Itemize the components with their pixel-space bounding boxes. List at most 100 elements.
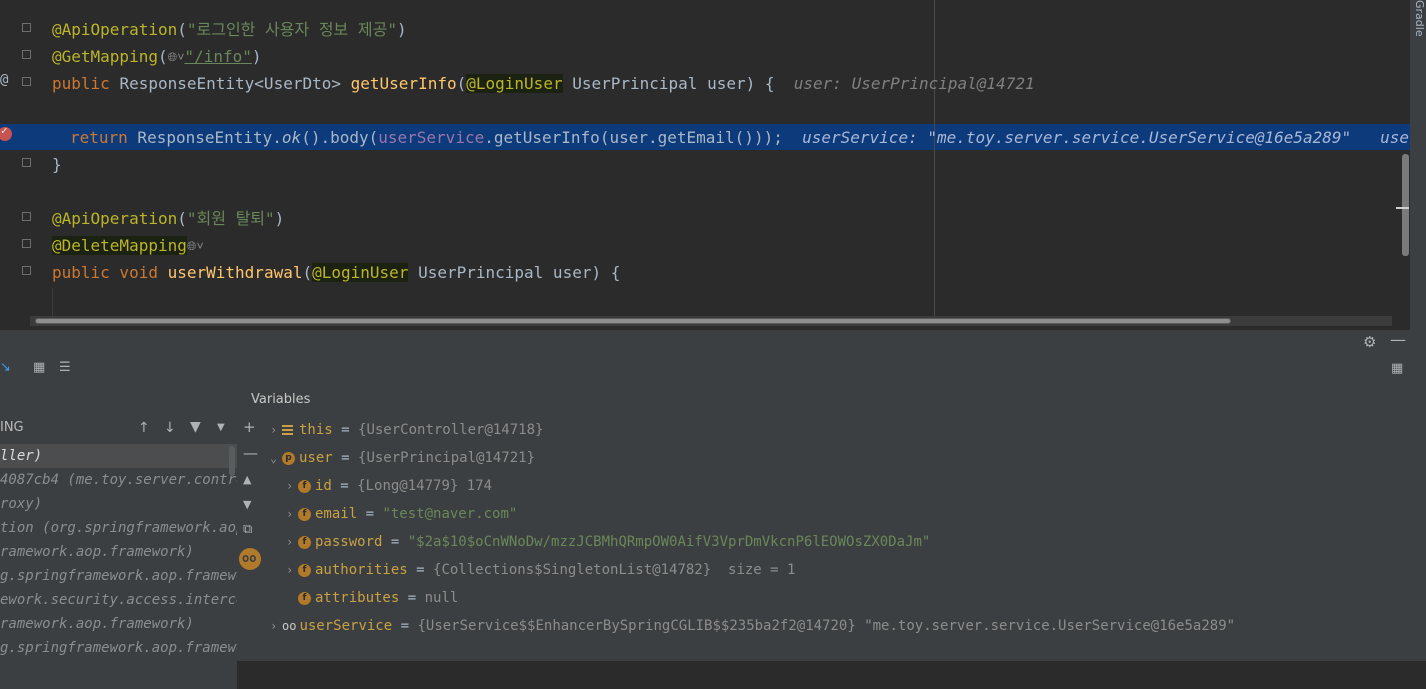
dropdown-chevron-icon[interactable]: ▼ [217, 422, 225, 433]
frame-item[interactable]: ramework.aop.framework) [0, 612, 237, 636]
annotation: @LoginUser [466, 74, 563, 93]
variable-value: null [424, 590, 459, 606]
code-line-1[interactable]: @ApiOperation("로그인한 사용자 정보 제공") [52, 16, 407, 43]
expand-arrow-icon[interactable]: › [286, 474, 298, 498]
field-icon: f [298, 479, 311, 493]
globe-icon[interactable]: 🌐︎˅ [168, 44, 185, 71]
override-marker-icon[interactable]: @ [0, 72, 8, 88]
frames-list[interactable]: ller) 4087cb4 (me.toy.server.controller)… [0, 444, 237, 689]
frame-item[interactable]: g.springframework.aop.framework) [0, 564, 237, 588]
variable-name: attributes [315, 590, 400, 606]
table-view-icon[interactable]: ▦ [33, 360, 45, 375]
fold-marker[interactable] [22, 212, 31, 221]
settings-list-icon[interactable]: ☰ [59, 360, 71, 375]
code-text: ResponseEntity. [127, 128, 282, 147]
frame-item[interactable]: g.springframework.aop.framework) [0, 636, 237, 660]
frame-item[interactable]: 4087cb4 (me.toy.server.controller) [0, 468, 237, 492]
fold-marker[interactable] [22, 158, 31, 167]
vertical-scrollbar-thumb[interactable] [1402, 154, 1409, 256]
expand-arrow-icon[interactable]: › [270, 614, 282, 638]
variable-row[interactable]: › f email = "test@naver.com" [286, 502, 517, 526]
frame-item[interactable]: roxy) [0, 492, 237, 516]
parameters: UserPrincipal user) { [562, 74, 775, 93]
variable-name: this [299, 422, 333, 438]
paren: ) [274, 209, 285, 228]
code-line-8[interactable]: public void userWithdrawal(@LoginUser Us… [52, 259, 620, 286]
method-name: getUserInfo [350, 74, 457, 93]
mapping-path-link[interactable]: "/info" [184, 47, 251, 66]
frame-item[interactable]: ramework.aop.framework) [0, 540, 237, 564]
variable-row[interactable]: › f authorities = {Collections$SingletonLi… [286, 558, 795, 582]
frame-item[interactable]: tion (org.springframework.aop.framework) [0, 516, 237, 540]
arrow-up-icon[interactable]: ↑ [138, 420, 150, 436]
field-icon: f [298, 535, 311, 549]
variable-name: email [315, 506, 358, 522]
expand-arrow-icon[interactable]: › [286, 502, 298, 526]
fold-marker[interactable] [22, 239, 31, 248]
annotation: @DeleteMapping [52, 236, 187, 255]
expand-arrow-icon[interactable]: › [270, 418, 282, 442]
indent-guide [52, 288, 53, 316]
add-watch-icon[interactable]: + [243, 418, 256, 436]
editor-gutter: @ [0, 0, 44, 330]
variable-row[interactable]: › this = {UserController@14718} [270, 418, 543, 442]
annotation: @ApiOperation [52, 209, 178, 228]
code-line-7[interactable]: @DeleteMapping🌐︎˅ [52, 232, 204, 259]
paren: ( [177, 20, 187, 39]
right-tool-strip [1410, 0, 1426, 330]
code-line-2[interactable]: @GetMapping(🌐︎˅"/info") [52, 43, 262, 70]
variable-name: authorities [315, 562, 408, 578]
layout-icon[interactable]: ▦ [1391, 361, 1403, 376]
code-line-5[interactable]: } [52, 151, 62, 178]
horizontal-scrollbar-thumb[interactable] [35, 318, 1231, 324]
move-up-icon[interactable]: ▲ [243, 473, 251, 486]
minimize-icon[interactable]: — [1390, 330, 1406, 349]
frame-item[interactable]: ller) [0, 444, 237, 468]
variable-row[interactable]: › f password = "$2a$10$oCnWNoDw/mzzJCBMhQR… [286, 530, 930, 554]
expand-arrow-icon[interactable]: › [286, 530, 298, 554]
gradle-tool-tab[interactable]: Gradle [1412, 0, 1426, 37]
variable-name: userService [299, 618, 393, 634]
fold-marker[interactable] [22, 266, 31, 275]
static-method: ok [281, 128, 302, 147]
inline-debug-hint: user: UserPrincipal@14721 [793, 74, 1035, 93]
watch-glasses-icon: oo [282, 619, 297, 633]
variables-title: Variables [251, 392, 311, 407]
filter-icon[interactable]: ▼ [190, 419, 201, 435]
variable-row[interactable]: › f id = {Long@14779} 174 [286, 474, 492, 498]
frames-scrollbar-thumb[interactable] [229, 446, 235, 476]
frame-item[interactable]: ework.security.access.intercept) [0, 588, 237, 612]
move-down-icon[interactable]: ▼ [243, 498, 251, 511]
expand-arrow-icon[interactable]: › [286, 558, 298, 582]
code-editor[interactable]: @ ✓ @ApiOperation("로그인한 사용자 정보 제공") @Get… [0, 0, 1426, 330]
variable-value: {UserController@14718} [358, 422, 544, 438]
keyword: return [70, 128, 128, 147]
code-line-6[interactable]: @ApiOperation("회원 탈퇴") [52, 205, 284, 232]
field-icon: f [298, 591, 311, 605]
field-icon: f [298, 507, 311, 521]
step-into-icon[interactable]: ↘ [0, 360, 11, 375]
variable-value: {UserService$$EnhancerBySpringCGLIB$$235… [417, 618, 1236, 634]
string-literal: "로그인한 사용자 정보 제공" [186, 20, 397, 39]
variable-row[interactable]: › oo userService = {UserService$$EnhancerB… [270, 614, 1235, 638]
collapse-arrow-icon[interactable]: ⌄ [270, 446, 282, 470]
fold-marker[interactable] [22, 50, 31, 59]
annotation: @GetMapping [52, 47, 158, 66]
variable-row[interactable]: ⌄ p user = {UserPrincipal@14721} [270, 446, 535, 470]
variable-row[interactable]: f attributes = null [298, 586, 458, 610]
fold-marker[interactable] [22, 23, 31, 32]
code-line-4[interactable]: return ResponseEntity.ok().body(userServ… [70, 124, 1426, 151]
paren: ( [177, 209, 187, 228]
globe-icon[interactable]: 🌐︎˅ [187, 233, 204, 260]
paren: ( [456, 74, 467, 93]
method-name: userWithdrawal [167, 263, 303, 282]
remove-watch-icon[interactable]: — [243, 444, 258, 462]
arrow-down-icon[interactable]: ↓ [164, 420, 176, 436]
code-line-3[interactable]: public ResponseEntity<UserDto> getUserIn… [52, 70, 1035, 97]
copy-icon[interactable]: ⧉ [243, 522, 252, 537]
parameters: UserPrincipal user) { [408, 263, 621, 282]
variable-value: {Long@14779} 174 [357, 478, 493, 494]
settings-gear-icon[interactable]: ⚙ [1363, 333, 1376, 351]
fold-marker[interactable] [22, 77, 31, 86]
keyword: public void [52, 263, 158, 282]
